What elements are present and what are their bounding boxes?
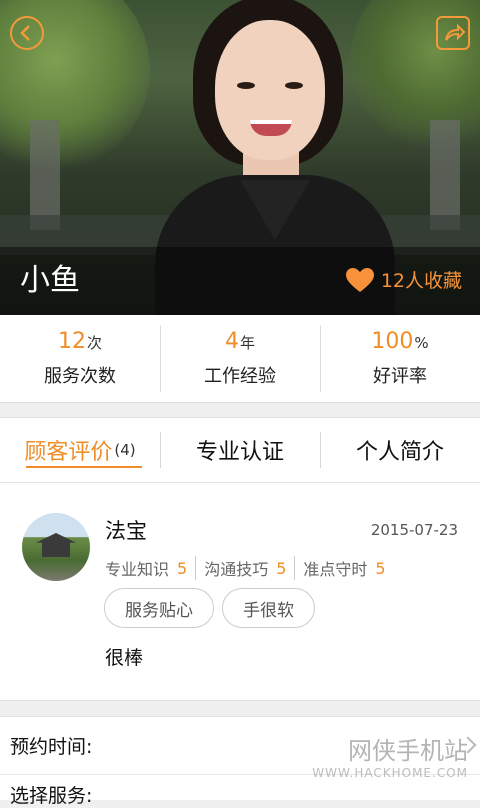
score-item: 沟通技巧 5 [195,556,294,580]
share-button[interactable] [436,16,470,50]
stat-experience: 4年 工作经验 [160,315,320,402]
review-tag: 服务贴心 [104,588,214,628]
score-value: 5 [177,558,188,578]
stat-label: 服务次数 [44,366,116,387]
tab-label: 专业认证 [195,440,284,465]
stat-unit: % [414,334,429,352]
tab-label: 顾客评价 [24,440,113,465]
background-pillar [430,120,460,230]
review-comment: 很棒 [105,647,144,669]
watermark: 网侠手机站 WWW.HACKHOME.COM [312,731,468,780]
review-count: (4) [114,441,136,459]
profile-hero: 小鱼 12人收藏 [0,0,480,315]
review-scores: 专业知识 5 沟通技巧 5 准点守时 5 [105,556,394,580]
stat-unit: 次 [86,334,102,352]
watermark-url: WWW.HACKHOME.COM [312,766,468,780]
share-icon [445,23,466,41]
review-tag: 手很软 [222,588,315,628]
booking-section: 预约时间: 选择服务: 网侠手机站 WWW.HACKHOME.COM [0,716,480,807]
select-service-label: 选择服务: [10,785,93,807]
stat-unit: 年 [239,334,255,352]
review-item: 法宝 2015-07-23 专业知识 5 沟通技巧 5 准点守时 5 服务贴心 手很软… [0,483,480,701]
chevron-left-icon [20,25,30,41]
score-label: 沟通技巧 [204,560,269,579]
stat-service-count: 12次 服务次数 [0,315,160,402]
tab-bar: 顾客评价 (4) 专业认证 个人简介 [0,417,480,483]
review-date: 2015-07-23 [370,521,458,539]
score-label: 专业知识 [105,560,170,579]
score-value: 5 [276,558,287,578]
avatar [22,513,90,581]
score-item: 准点守时 5 [294,556,393,580]
stat-value: 4 [224,329,239,354]
tab-certification[interactable]: 专业认证 [160,418,320,482]
stat-rating: 100% 好评率 [320,315,480,402]
score-item: 专业知识 5 [105,556,195,580]
tab-indicator [26,466,142,468]
background-pillar [30,120,60,230]
favorite-button[interactable]: 12人收藏 [345,266,462,293]
stat-label: 好评率 [373,366,427,387]
tab-label: 个人简介 [355,440,444,465]
back-button[interactable] [10,16,44,50]
score-label: 准点守时 [303,560,368,579]
name-bar: 小鱼 12人收藏 [0,247,480,315]
booking-time-label: 预约时间: [10,736,93,758]
score-value: 5 [375,558,386,578]
profile-name: 小鱼 [20,263,80,298]
stat-value: 100 [371,329,414,354]
heart-icon [345,267,374,292]
stat-label: 工作经验 [204,366,276,387]
tab-reviews[interactable]: 顾客评价 (4) [0,418,160,482]
stat-value: 12 [57,329,86,354]
reviewer-name: 法宝 [105,519,147,543]
stats-bar: 12次 服务次数 4年 工作经验 100% 好评率 [0,315,480,403]
review-tags: 服务贴心 手很软 [104,588,323,628]
watermark-title: 网侠手机站 [348,737,468,765]
tab-introduction[interactable]: 个人简介 [320,418,480,482]
favorites-count: 12人收藏 [380,270,462,292]
